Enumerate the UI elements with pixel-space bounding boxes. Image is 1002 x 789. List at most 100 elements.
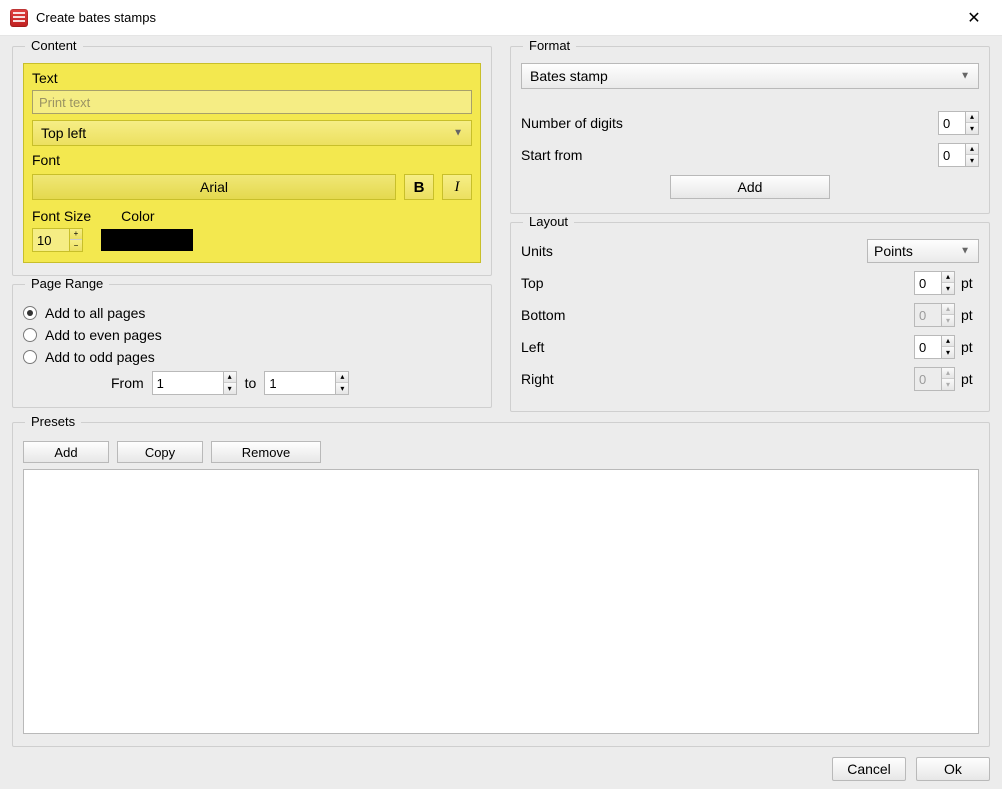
preset-add-button[interactable]: Add <box>23 441 109 463</box>
color-label: Color <box>121 208 154 224</box>
group-layout: Layout Units Points ▼ Top ▴▾ <box>510 222 990 412</box>
start-down[interactable]: ▾ <box>966 155 978 166</box>
ok-label: Ok <box>944 761 962 777</box>
start-value[interactable] <box>939 144 965 166</box>
preset-copy-button[interactable]: Copy <box>117 441 203 463</box>
position-select[interactable]: Top left ▼ <box>32 120 472 146</box>
top-value[interactable] <box>915 272 941 294</box>
start-up[interactable]: ▴ <box>966 144 978 155</box>
format-type-select[interactable]: Bates stamp ▼ <box>521 63 979 89</box>
radio-odd-pages[interactable] <box>23 350 37 364</box>
font-name: Arial <box>200 179 228 195</box>
radio-even-label: Add to even pages <box>45 327 162 343</box>
text-label: Text <box>32 70 472 86</box>
right-value <box>915 368 941 390</box>
units-select[interactable]: Points ▼ <box>867 239 979 263</box>
digits-spinner[interactable]: ▴ ▾ <box>938 111 979 135</box>
format-type-value: Bates stamp <box>530 68 608 84</box>
radio-all-label: Add to all pages <box>45 305 145 321</box>
italic-button[interactable]: I <box>442 174 472 200</box>
font-size-value[interactable] <box>33 229 69 251</box>
right-up: ▴ <box>942 368 954 379</box>
preset-remove-label: Remove <box>242 445 290 460</box>
left-down[interactable]: ▾ <box>942 347 954 358</box>
cancel-button[interactable]: Cancel <box>832 757 906 781</box>
ok-button[interactable]: Ok <box>916 757 990 781</box>
to-spinner[interactable]: ▴ ▾ <box>264 371 349 395</box>
cancel-label: Cancel <box>847 761 891 777</box>
radio-odd-label: Add to odd pages <box>45 349 155 365</box>
units-value: Points <box>874 243 913 259</box>
unit-bottom: pt <box>961 307 979 323</box>
top-down[interactable]: ▾ <box>942 283 954 294</box>
italic-icon: I <box>455 179 460 196</box>
unit-left: pt <box>961 339 979 355</box>
group-format: Format Bates stamp ▼ Number of digits ▴ … <box>510 46 990 214</box>
presets-list[interactable] <box>23 469 979 734</box>
window-title: Create bates stamps <box>36 10 956 25</box>
bold-icon: B <box>414 179 425 196</box>
from-up[interactable]: ▴ <box>224 372 236 383</box>
left-spinner[interactable]: ▴▾ <box>914 335 955 359</box>
unit-top: pt <box>961 275 979 291</box>
color-picker[interactable] <box>101 229 193 251</box>
content-panel: Text Top left ▼ Font Arial B <box>23 63 481 263</box>
right-down: ▾ <box>942 379 954 390</box>
preset-copy-label: Copy <box>145 445 175 460</box>
legend-page-range: Page Range <box>25 276 109 291</box>
format-add-button[interactable]: Add <box>670 175 830 199</box>
from-down[interactable]: ▾ <box>224 383 236 394</box>
digits-up[interactable]: ▴ <box>966 112 978 123</box>
group-page-range: Page Range Add to all pages Add to even … <box>12 284 492 408</box>
bottom-spinner: ▴▾ <box>914 303 955 327</box>
font-select-button[interactable]: Arial <box>32 174 396 200</box>
font-label: Font <box>32 152 472 168</box>
format-add-label: Add <box>738 179 763 195</box>
from-label: From <box>111 375 144 391</box>
preset-add-label: Add <box>54 445 77 460</box>
font-size-up[interactable]: + <box>70 229 82 240</box>
titlebar: Create bates stamps ✕ <box>0 0 1002 36</box>
legend-format: Format <box>523 38 576 53</box>
to-down[interactable]: ▾ <box>336 383 348 394</box>
chevron-down-icon: ▼ <box>960 71 970 82</box>
close-icon[interactable]: ✕ <box>956 3 992 33</box>
legend-presets: Presets <box>25 414 81 429</box>
to-value[interactable] <box>265 372 335 394</box>
top-label: Top <box>521 275 544 291</box>
text-input[interactable] <box>32 90 472 114</box>
font-size-down[interactable]: − <box>70 240 82 251</box>
preset-remove-button[interactable]: Remove <box>211 441 321 463</box>
left-up[interactable]: ▴ <box>942 336 954 347</box>
bold-button[interactable]: B <box>404 174 434 200</box>
right-label: Right <box>521 371 554 387</box>
unit-right: pt <box>961 371 979 387</box>
radio-all-pages[interactable] <box>23 306 37 320</box>
bottom-down: ▾ <box>942 315 954 326</box>
legend-content: Content <box>25 38 83 53</box>
top-up[interactable]: ▴ <box>942 272 954 283</box>
from-spinner[interactable]: ▴ ▾ <box>152 371 237 395</box>
chevron-down-icon: ▼ <box>960 246 970 257</box>
font-size-label: Font Size <box>32 208 91 224</box>
start-label: Start from <box>521 147 582 163</box>
from-value[interactable] <box>153 372 223 394</box>
top-spinner[interactable]: ▴▾ <box>914 271 955 295</box>
left-value[interactable] <box>915 336 941 358</box>
group-presets: Presets Add Copy Remove <box>12 422 990 747</box>
dialog-footer: Cancel Ok <box>12 747 990 781</box>
digits-down[interactable]: ▾ <box>966 123 978 134</box>
font-size-spinner[interactable]: + − <box>32 228 83 252</box>
legend-layout: Layout <box>523 214 574 229</box>
to-label: to <box>245 375 257 391</box>
chevron-down-icon: ▼ <box>453 128 463 139</box>
start-spinner[interactable]: ▴ ▾ <box>938 143 979 167</box>
to-up[interactable]: ▴ <box>336 372 348 383</box>
units-label: Units <box>521 243 553 259</box>
left-label: Left <box>521 339 544 355</box>
digits-value[interactable] <box>939 112 965 134</box>
radio-even-pages[interactable] <box>23 328 37 342</box>
position-select-value: Top left <box>41 125 86 141</box>
app-icon <box>10 9 28 27</box>
group-content: Content Text Top left ▼ Font Arial B <box>12 46 492 276</box>
